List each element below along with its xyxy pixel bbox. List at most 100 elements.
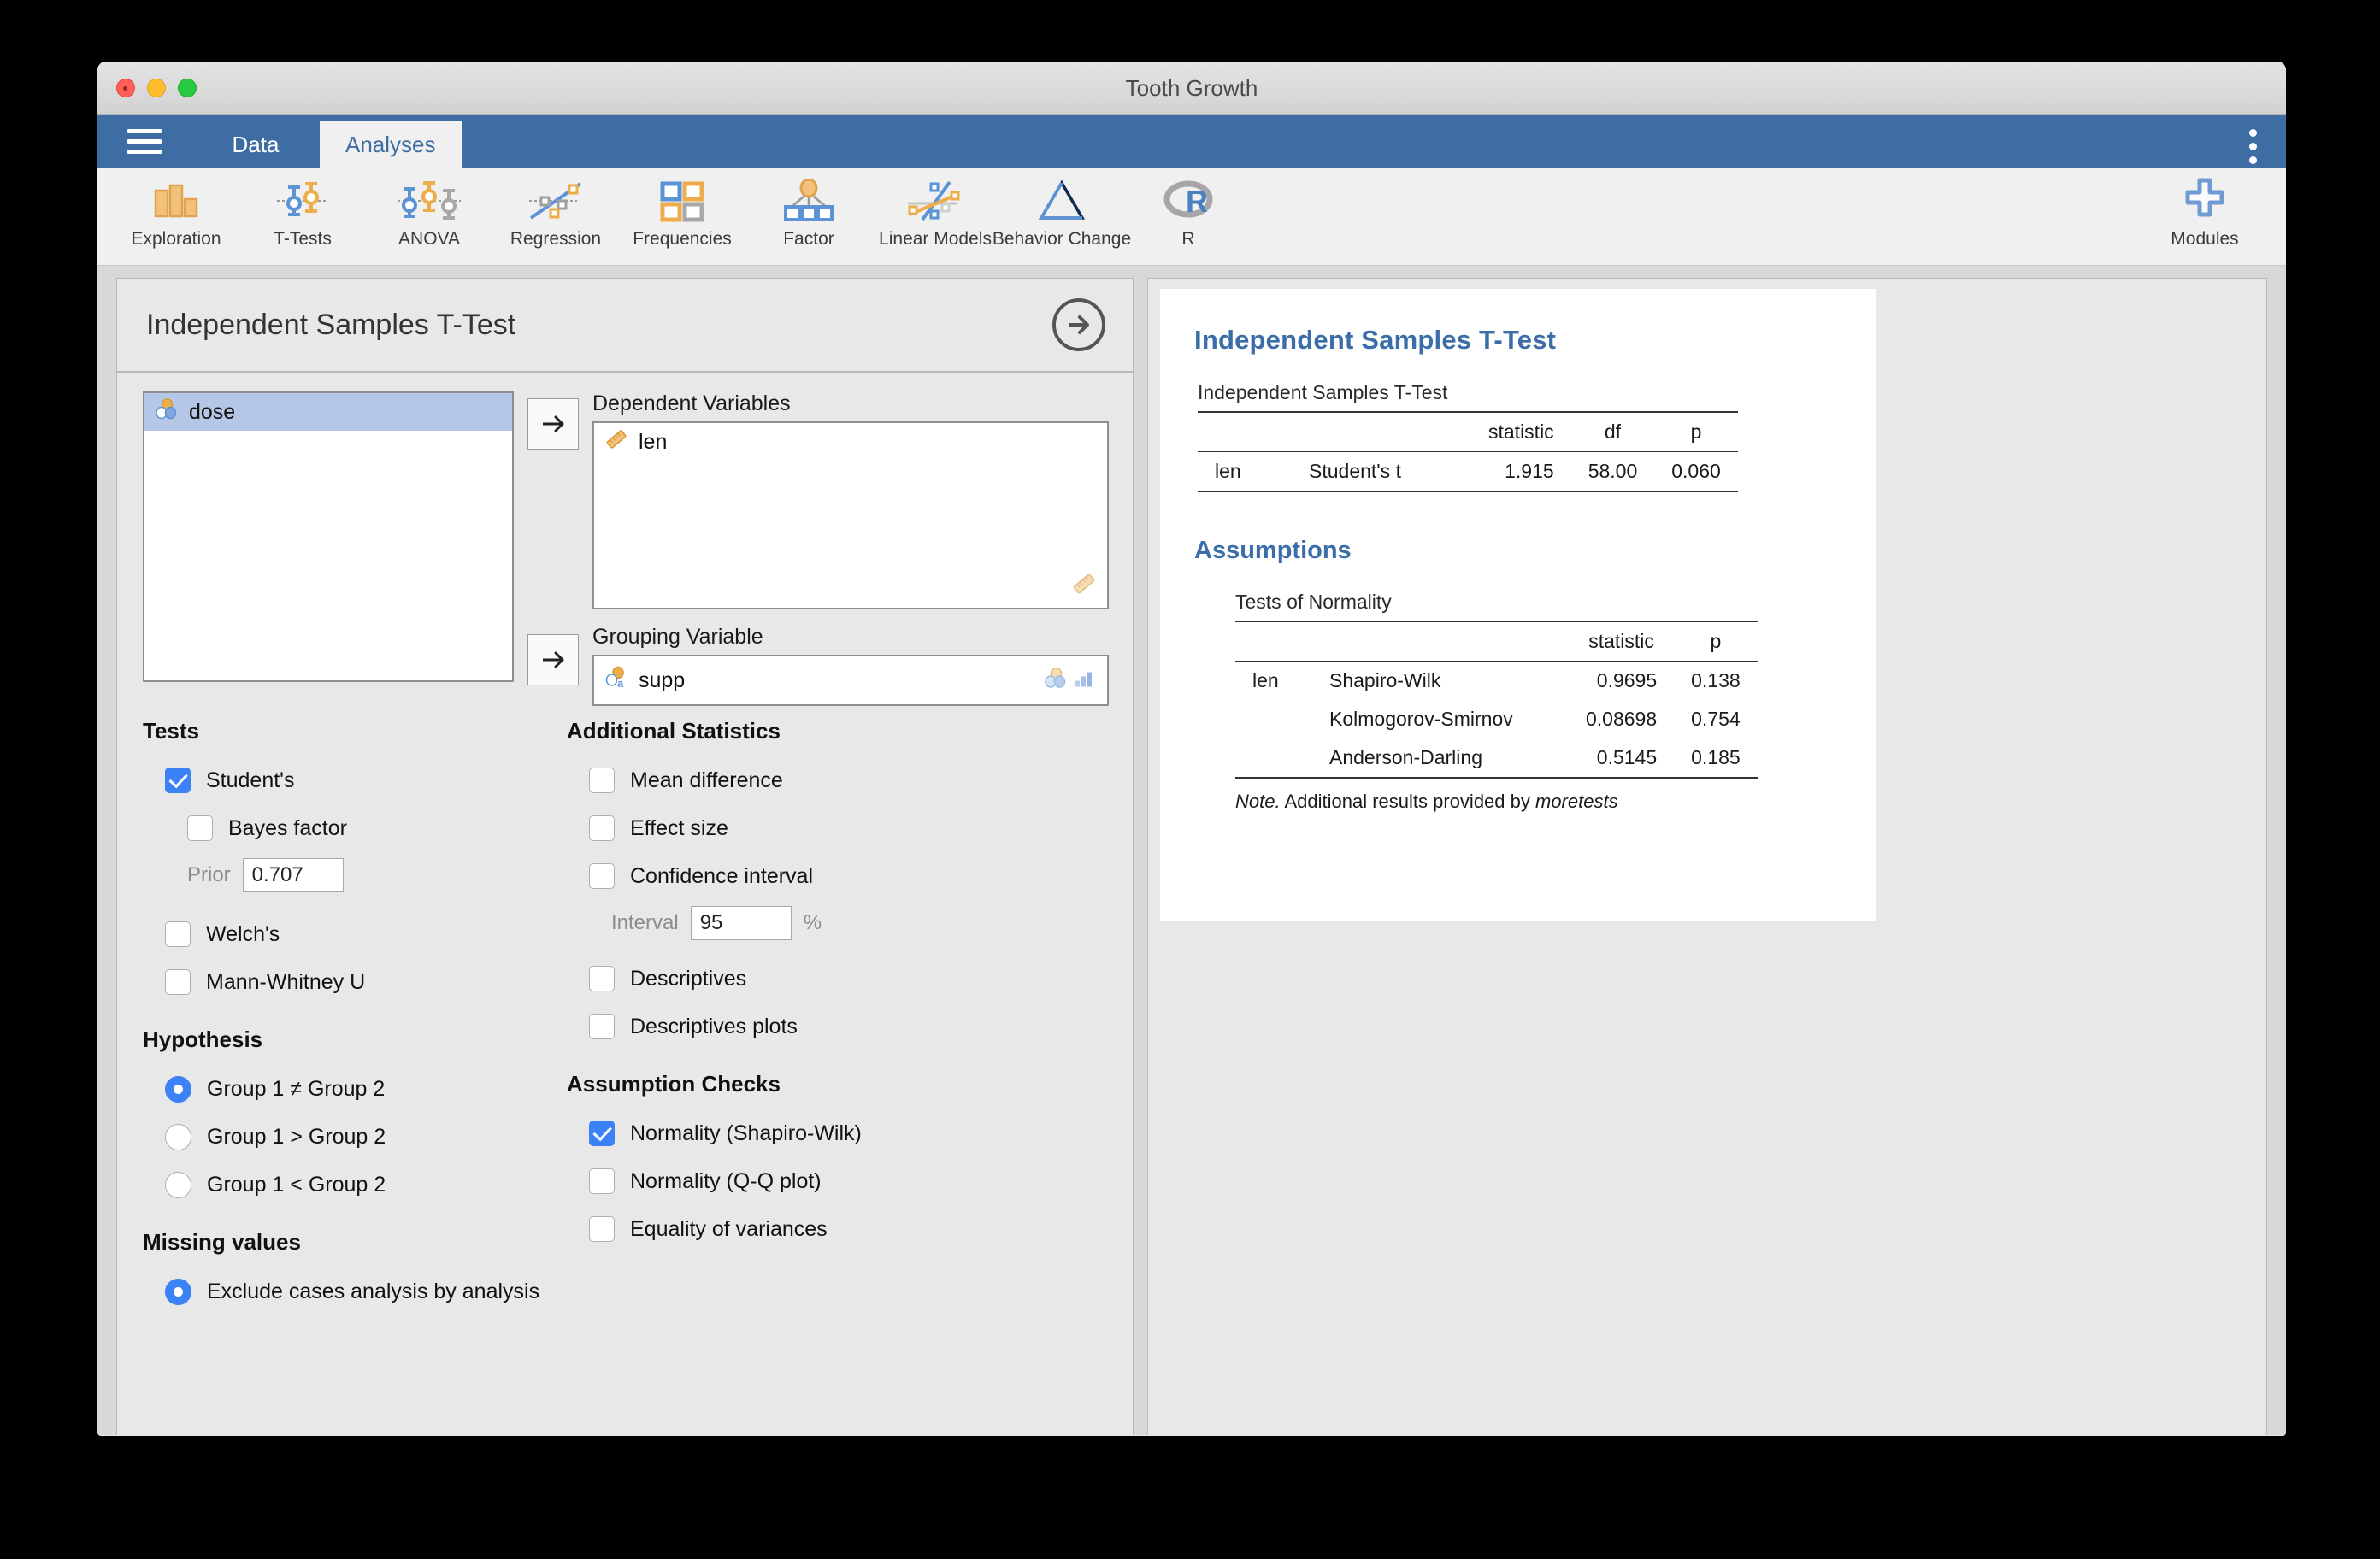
traffic-light-controls [116,79,197,97]
checkbox-icon[interactable] [589,768,615,793]
radio-exclude-cases-analysis-by-analysis[interactable]: Exclude cases analysis by analysis [143,1268,541,1315]
checkbox-icon[interactable] [165,768,191,793]
ribbon-item-exploration[interactable]: Exploration [113,168,239,263]
ttest-table-wrapper: Independent Samples T-Test statistic df … [1198,381,1842,492]
nominal-variable-icon [155,397,179,427]
checkbox-icon[interactable] [589,966,615,991]
checkbox-students[interactable]: Student's [143,756,541,804]
ribbon-item-anova[interactable]: ANOVA [366,168,492,263]
checkbox-effect-size[interactable]: Effect size [567,804,1109,852]
arrow-right-circle-icon[interactable] [1052,298,1105,351]
radio-hypothesis-not-equal[interactable]: Group 1 ≠ Group 2 [143,1065,541,1113]
checkbox-icon[interactable] [589,1014,615,1039]
scatter-regression-icon [526,174,586,227]
cell-statistic: 0.5145 [1569,738,1674,778]
results-document[interactable]: Independent Samples T-Test Independent S… [1160,289,1876,921]
table-caption: Independent Samples T-Test [1198,381,1842,404]
analyses-ribbon: Exploration T-Tests [97,168,2286,266]
checkbox-icon[interactable] [589,815,615,841]
section-title-missing-values: Missing values [143,1229,541,1256]
column-header-test [1312,621,1569,662]
ribbon-item-frequencies[interactable]: Frequencies [619,168,745,263]
ribbon-item-regression[interactable]: Regression [492,168,619,263]
radio-icon[interactable] [165,1076,191,1103]
checkbox-descriptives-plots[interactable]: Descriptives plots [567,1003,1109,1050]
hamburger-icon[interactable] [97,115,191,168]
checkbox-icon[interactable] [589,863,615,889]
radio-hypothesis-less[interactable]: Group 1 < Group 2 [143,1161,541,1209]
checkbox-normality-shapiro-wilk[interactable]: Normality (Shapiro-Wilk) [567,1109,1109,1157]
plus-icon [2181,174,2229,227]
column-header-test [1292,412,1471,452]
radio-icon[interactable] [165,1124,191,1150]
dependent-variables-box[interactable]: len [592,421,1109,609]
tab-analyses[interactable]: Analyses [320,121,462,168]
checkbox-normality-qq-plot[interactable]: Normality (Q-Q plot) [567,1157,1109,1205]
checkbox-label: Descriptives plots [630,1015,798,1039]
grouping-variable-box[interactable]: a supp [592,655,1109,706]
checkbox-icon[interactable] [589,1216,615,1242]
cell-p: 0.185 [1674,738,1758,778]
ribbon-label: Exploration [131,229,221,250]
results-heading: Independent Samples T-Test [1194,325,1842,356]
list-item[interactable]: len [594,423,1107,461]
close-button[interactable] [116,79,135,97]
checkbox-mann-whitney-u[interactable]: Mann-Whitney U [143,958,541,1006]
checkbox-equality-of-variances[interactable]: Equality of variances [567,1205,1109,1253]
ribbon-label: Behavior Change [993,229,1131,250]
radio-icon[interactable] [165,1279,191,1305]
kebab-menu-icon[interactable] [2249,129,2257,164]
assign-dependent-button[interactable] [527,398,579,450]
checkbox-label: Welch's [206,922,280,947]
maximize-button[interactable] [178,79,197,97]
title-bar: Tooth Growth [97,62,2286,115]
ribbon-item-modules[interactable]: Modules [2141,168,2269,263]
cell-variable: len [1198,452,1292,492]
checkbox-label: Equality of variances [630,1217,828,1242]
two-lines-scatter-icon [905,174,965,227]
checkbox-icon[interactable] [589,1121,615,1146]
ribbon-item-behavior-change[interactable]: Behavior Change [999,168,1125,263]
radio-icon[interactable] [165,1172,191,1198]
checkbox-confidence-interval[interactable]: Confidence interval [567,852,1109,900]
checkbox-icon[interactable] [165,969,191,995]
radio-hypothesis-greater[interactable]: Group 1 > Group 2 [143,1113,541,1161]
normality-table: statistic p len Shapiro-Wilk 0.9695 0.13… [1235,621,1758,779]
ribbon-item-ttests[interactable]: T-Tests [239,168,366,263]
variable-name: supp [639,668,685,693]
assign-grouping-button[interactable] [527,634,579,685]
ribbon-label: Linear Models [879,229,992,250]
checkbox-label: Mean difference [630,768,783,793]
tab-data[interactable]: Data [191,121,320,168]
available-variables-list[interactable]: dose [143,391,514,682]
checkbox-welchs[interactable]: Welch's [143,910,541,958]
ttest-table: statistic df p len Student's t 1.915 58.… [1198,411,1738,492]
checkbox-descriptives[interactable]: Descriptives [567,955,1109,1003]
triangle-icon [1036,174,1087,227]
cell-p: 0.060 [1654,452,1738,492]
prior-input[interactable]: 0.707 [243,858,344,892]
checkbox-bayes-factor[interactable]: Bayes factor [143,804,541,852]
checkbox-icon[interactable] [165,921,191,947]
checkbox-mean-difference[interactable]: Mean difference [567,756,1109,804]
checkbox-icon[interactable] [187,815,213,841]
svg-text:a: a [617,677,624,690]
interval-input[interactable]: 95 [691,906,792,940]
list-item[interactable]: dose [144,393,512,431]
ribbon-item-r[interactable]: R R [1125,168,1252,263]
options-column-left: Tests Student's Bayes factor Prior 0.707 [143,718,541,1315]
two-error-bars-icon [275,174,330,227]
table-header-row: statistic df p [1198,412,1738,452]
results-panel[interactable]: Independent Samples T-Test Independent S… [1147,278,2267,1435]
ribbon-item-factor[interactable]: Factor [745,168,872,263]
bar-chart-icon [150,174,202,227]
column-header-df: df [1571,412,1655,452]
table-row: Kolmogorov-Smirnov 0.08698 0.754 [1235,700,1758,738]
permitted-variable-types [1044,667,1095,695]
checkbox-icon[interactable] [589,1168,615,1194]
minimize-button[interactable] [147,79,166,97]
section-title-tests: Tests [143,718,541,744]
section-title-additional-statistics: Additional Statistics [567,718,1109,744]
list-item[interactable]: a supp [594,666,685,696]
ribbon-item-linear-models[interactable]: Linear Models [872,168,999,263]
